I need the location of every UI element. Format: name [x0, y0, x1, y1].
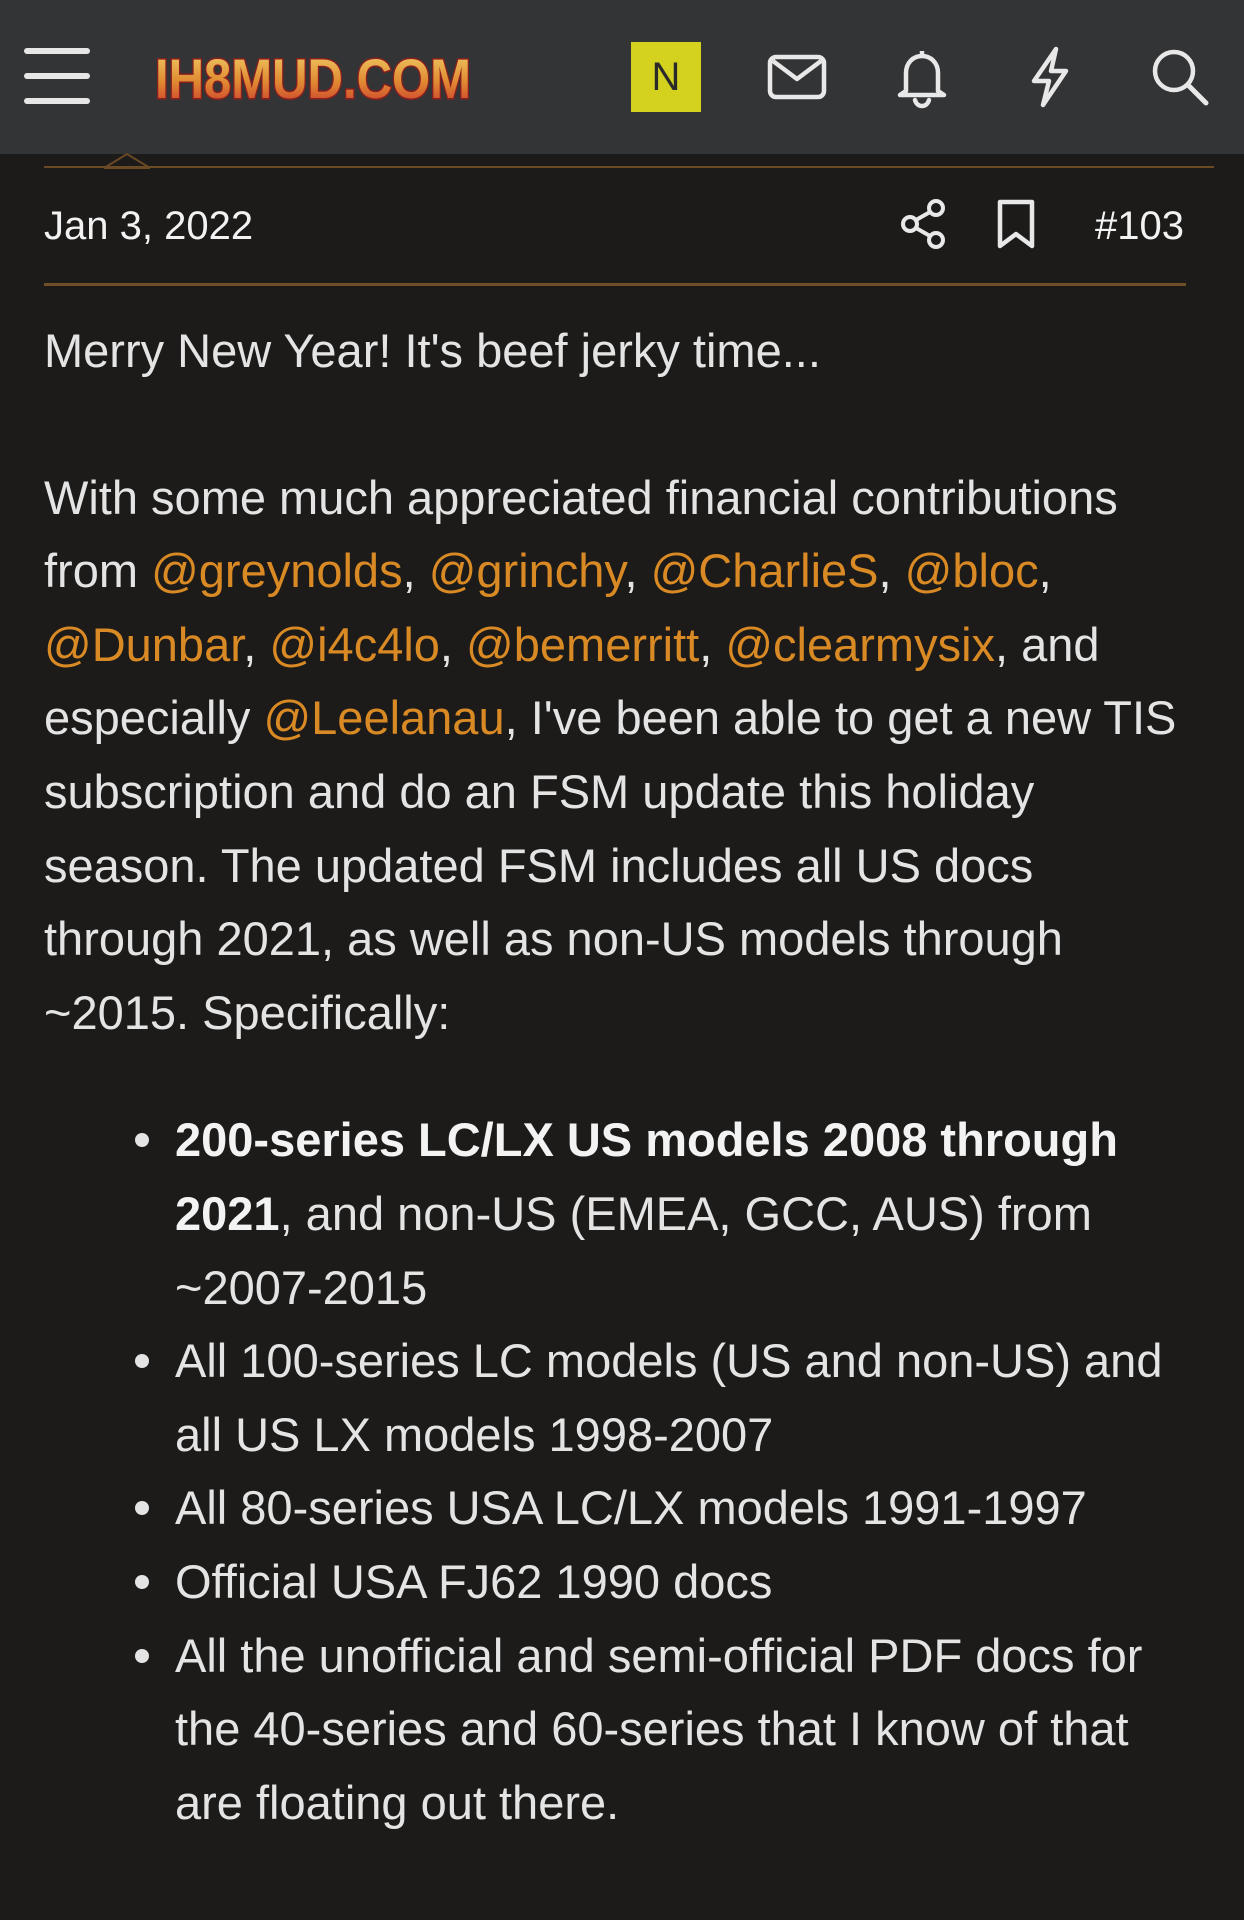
separator: ,: [243, 617, 270, 671]
separator: ,: [1038, 544, 1052, 598]
list-item-text: Official USA FJ62 1990 docs: [175, 1554, 773, 1608]
post-greeting: Merry New Year! It's beef jerky time...: [44, 324, 821, 377]
separator: ,: [878, 544, 905, 598]
post-intro: With some much appreciated financial con…: [44, 461, 1204, 1050]
mention-link[interactable]: @Dunbar: [44, 618, 243, 671]
post-number-link[interactable]: #103: [1095, 202, 1184, 250]
envelope-icon[interactable]: [765, 45, 829, 109]
site-logo-graphic: IH8MUD.COM: [154, 46, 473, 112]
share-icon[interactable]: [898, 196, 950, 257]
bell-icon[interactable]: [890, 45, 954, 109]
mention-link[interactable]: @clearmysix: [725, 618, 995, 671]
site-logo-text: IH8MUD.COM: [155, 47, 471, 110]
separator: ,: [699, 617, 726, 671]
post-header-divider: [44, 283, 1186, 286]
list-item-text: , and non-US (EMEA, GCC, AUS) from ~2007…: [175, 1186, 1092, 1314]
list-item-text: All 100-series LC models (US and non-US)…: [175, 1334, 1163, 1461]
mention-link[interactable]: @Leelanau: [263, 691, 504, 744]
separator: ,: [402, 544, 429, 598]
list-item: 200-series LC/LX US models 2008 through …: [131, 1103, 1204, 1324]
search-icon[interactable]: [1148, 45, 1212, 109]
post-date[interactable]: Jan 3, 2022: [44, 202, 253, 250]
mention-link[interactable]: @greynolds: [151, 544, 403, 597]
separator: ,: [439, 617, 467, 671]
list-item: Official USA FJ62 1990 docs: [131, 1545, 1204, 1619]
post-body: Merry New Year! It's beef jerky time... …: [44, 314, 1204, 1839]
mention-link[interactable]: @bemerritt: [466, 618, 699, 671]
list-item-text: All 80-series USA LC/LX models 1991-1997: [175, 1481, 1087, 1535]
mention-link[interactable]: @bloc: [905, 544, 1039, 597]
header-divider: [44, 166, 1214, 168]
avatar[interactable]: N: [631, 42, 701, 112]
site-logo[interactable]: IH8MUD.COM: [153, 40, 475, 114]
lightning-icon[interactable]: [1018, 45, 1082, 109]
docs-list: 200-series LC/LX US models 2008 through …: [44, 1103, 1204, 1839]
mention-link[interactable]: @i4c4lo: [269, 618, 440, 671]
bookmark-icon[interactable]: [994, 196, 1038, 257]
top-nav-bar: IH8MUD.COM N: [0, 0, 1244, 154]
list-item: All 80-series USA LC/LX models 1991-1997: [131, 1471, 1204, 1545]
list-item-text: All the unofficial and semi-official PDF…: [175, 1628, 1143, 1829]
mention-link[interactable]: @CharlieS: [651, 544, 879, 597]
list-item: All the unofficial and semi-official PDF…: [131, 1619, 1204, 1840]
menu-icon[interactable]: [24, 48, 90, 104]
mention-link[interactable]: @grinchy: [429, 544, 625, 597]
list-item: All 100-series LC models (US and non-US)…: [131, 1324, 1204, 1471]
separator: ,: [624, 544, 651, 598]
